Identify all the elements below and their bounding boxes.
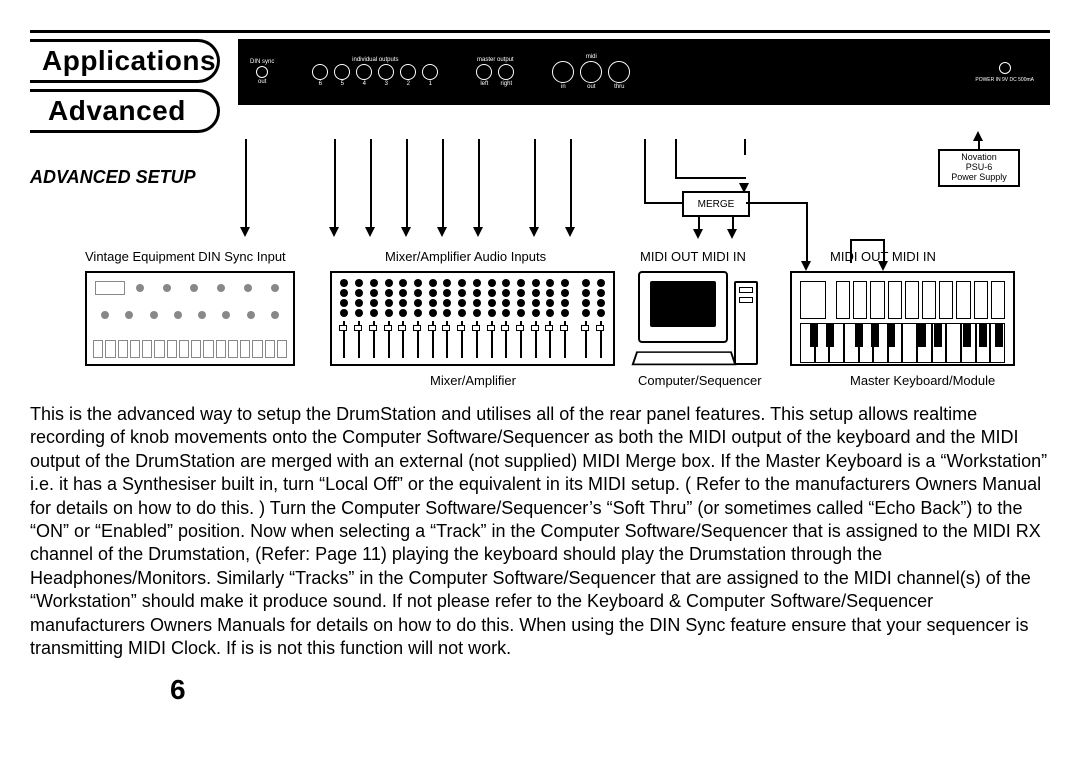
label-individual: individual outputs <box>352 57 398 63</box>
vintage-drum-machine-icon <box>85 271 295 366</box>
computer-keyboard-icon <box>631 351 736 365</box>
rear-panel-illustration: DIN sync out individual outputs 6 5 4 3 … <box>238 39 1050 105</box>
label-midi: midi <box>586 54 597 60</box>
label-power: POWER IN 9V DC 500mA <box>975 77 1034 83</box>
caption-computer: Computer/Sequencer <box>638 373 762 388</box>
caption-midi-1: MIDI OUT MIDI IN <box>640 249 746 264</box>
merge-box: MERGE <box>682 191 750 217</box>
caption-mixer: Mixer/Amplifier <box>430 373 516 388</box>
tab-advanced: Advanced <box>30 89 220 133</box>
wiring-diagram: ADVANCED SETUP MERGE Novation PSU-6 Powe… <box>30 139 1050 399</box>
computer-monitor-icon <box>638 271 728 343</box>
caption-midi-2: MIDI OUT MIDI IN <box>830 249 936 264</box>
computer-tower-icon <box>734 281 758 365</box>
psu-box: Novation PSU-6 Power Supply <box>938 149 1020 187</box>
body-paragraph: This is the advanced way to setup the Dr… <box>30 403 1050 660</box>
section-tabs: Applications Advanced <box>30 39 220 133</box>
caption-mixer-inputs: Mixer/Amplifier Audio Inputs <box>385 249 546 264</box>
caption-keyboard: Master Keyboard/Module <box>850 373 995 388</box>
master-keyboard-icon <box>790 271 1015 366</box>
label-din-sync: DIN sync <box>250 59 274 65</box>
top-rule <box>30 30 1050 33</box>
caption-vintage: Vintage Equipment DIN Sync Input <box>85 249 286 264</box>
tab-applications: Applications <box>30 39 220 83</box>
mixer-icon <box>330 271 615 366</box>
setup-title: ADVANCED SETUP <box>30 167 196 188</box>
label-master: master output <box>477 57 514 63</box>
page-number: 6 <box>170 674 1050 706</box>
